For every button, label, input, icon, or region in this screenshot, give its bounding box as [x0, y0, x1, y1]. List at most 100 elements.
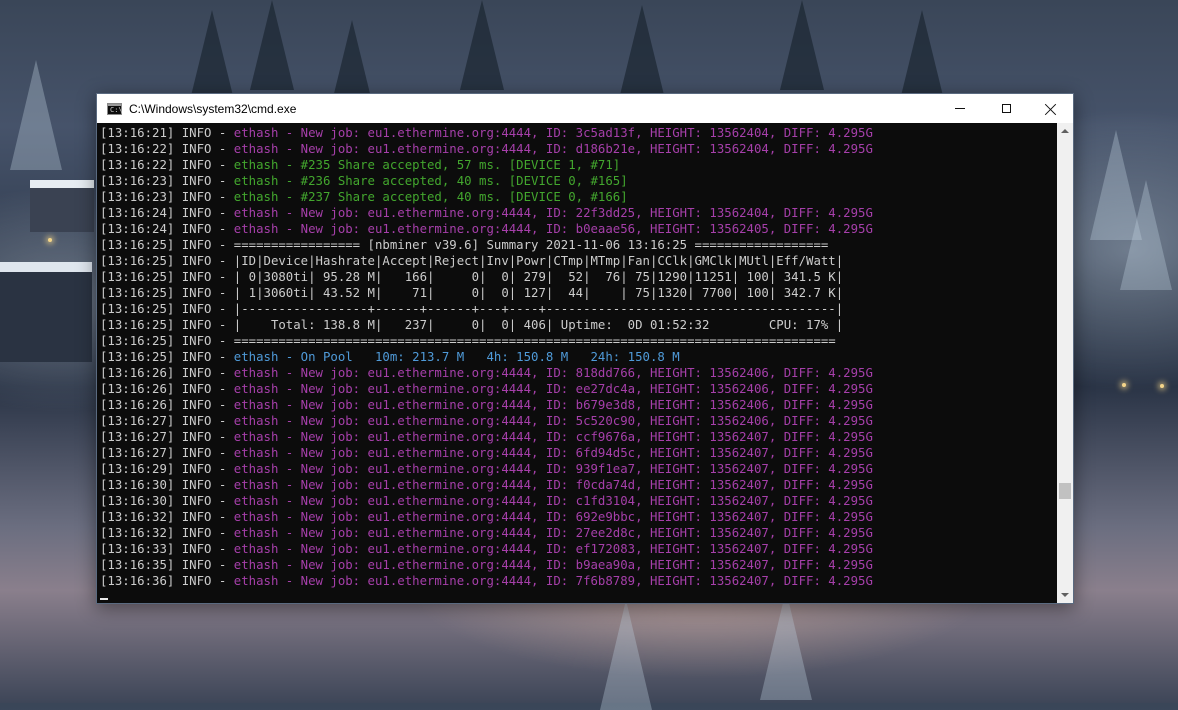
console-line: [13:16:24] INFO - ethash - New job: eu1.…	[100, 221, 873, 237]
log-prefix: [13:16:27] INFO -	[100, 430, 234, 444]
console-line: [13:16:32] INFO - ethash - New job: eu1.…	[100, 525, 873, 541]
log-prefix: [13:16:27] INFO -	[100, 446, 234, 460]
log-prefix: [13:16:27] INFO -	[100, 414, 234, 428]
wallpaper-tree	[620, 5, 664, 95]
log-prefix: [13:16:25] INFO -	[100, 270, 234, 284]
console-line: [13:16:35] INFO - ethash - New job: eu1.…	[100, 557, 873, 573]
console-line: [13:16:27] INFO - ethash - New job: eu1.…	[100, 429, 873, 445]
log-message: |-----------------+------+------+---+---…	[233, 302, 844, 316]
arrow-down-icon	[1061, 593, 1069, 597]
console-line: [13:16:26] INFO - ethash - New job: eu1.…	[100, 381, 873, 397]
log-message: ethash - New job: eu1.ethermine.org:4444…	[233, 430, 873, 444]
cmd-app-icon[interactable]: C:\	[107, 102, 123, 115]
console-line: [13:16:22] INFO - ethash - New job: eu1.…	[100, 141, 873, 157]
console-line: [13:16:25] INFO - |-----------------+---…	[100, 301, 873, 317]
log-prefix: [13:16:21] INFO -	[100, 126, 234, 140]
log-message: ethash - New job: eu1.ethermine.org:4444…	[233, 526, 873, 540]
console-line: [13:16:29] INFO - ethash - New job: eu1.…	[100, 461, 873, 477]
log-message: ethash - New job: eu1.ethermine.org:4444…	[233, 542, 873, 556]
log-message: ethash - New job: eu1.ethermine.org:4444…	[233, 462, 873, 476]
wallpaper-light	[1160, 384, 1164, 388]
console-line: [13:16:25] INFO - | 0|3080ti| 95.28 M| 1…	[100, 269, 873, 285]
close-button[interactable]	[1028, 94, 1074, 123]
log-message: ethash - New job: eu1.ethermine.org:4444…	[233, 446, 873, 460]
log-message: ethash - On Pool 10m: 213.7 M 4h: 150.8 …	[233, 350, 680, 364]
console-line: [13:16:27] INFO - ethash - New job: eu1.…	[100, 445, 873, 461]
wallpaper-tree	[1120, 180, 1172, 290]
log-prefix: [13:16:22] INFO -	[100, 158, 234, 172]
console-line: [13:16:25] INFO - ======================…	[100, 333, 873, 349]
log-prefix: [13:16:25] INFO -	[100, 350, 234, 364]
vertical-scrollbar[interactable]	[1057, 123, 1073, 603]
console-line: [13:16:26] INFO - ethash - New job: eu1.…	[100, 365, 873, 381]
console-line: [13:16:25] INFO - | 1|3060ti| 43.52 M| 7…	[100, 285, 873, 301]
log-message: ethash - New job: eu1.ethermine.org:4444…	[233, 142, 873, 156]
log-prefix: [13:16:23] INFO -	[100, 174, 234, 188]
cmd-window[interactable]: C:\ C:\Windows\system32\cmd.exe [13:16:2…	[96, 93, 1074, 604]
log-message: ethash - New job: eu1.ethermine.org:4444…	[233, 398, 873, 412]
log-message: ================= [nbminer v39.6] Summar…	[233, 238, 829, 252]
log-message: ethash - New job: eu1.ethermine.org:4444…	[233, 574, 873, 588]
text-cursor	[100, 598, 108, 600]
wallpaper-tree	[250, 0, 294, 90]
wallpaper-house	[0, 262, 92, 362]
log-message: ethash - New job: eu1.ethermine.org:4444…	[233, 478, 873, 492]
log-prefix: [13:16:26] INFO -	[100, 366, 234, 380]
log-prefix: [13:16:25] INFO -	[100, 318, 234, 332]
console-line: [13:16:27] INFO - ethash - New job: eu1.…	[100, 413, 873, 429]
wallpaper-tree	[780, 0, 824, 90]
log-prefix: [13:16:36] INFO -	[100, 574, 234, 588]
maximize-button[interactable]	[983, 94, 1029, 123]
console-line: [13:16:25] INFO - ================= [nbm…	[100, 237, 873, 253]
console-output[interactable]: [13:16:21] INFO - ethash - New job: eu1.…	[97, 123, 1057, 603]
log-prefix: [13:16:22] INFO -	[100, 142, 234, 156]
log-message: ethash - New job: eu1.ethermine.org:4444…	[233, 366, 873, 380]
console-line: [13:16:23] INFO - ethash - #236 Share ac…	[100, 173, 873, 189]
log-prefix: [13:16:30] INFO -	[100, 494, 234, 508]
log-message: ethash - New job: eu1.ethermine.org:4444…	[233, 494, 873, 508]
log-prefix: [13:16:25] INFO -	[100, 334, 234, 348]
title-bar[interactable]: C:\ C:\Windows\system32\cmd.exe	[97, 94, 1073, 123]
console-line: [13:16:33] INFO - ethash - New job: eu1.…	[100, 541, 873, 557]
wallpaper-tree	[900, 10, 944, 100]
log-prefix: [13:16:33] INFO -	[100, 542, 234, 556]
maximize-icon	[1001, 104, 1011, 113]
log-message: | Total: 138.8 M| 237| 0| 0| 406| Uptime…	[233, 318, 844, 332]
window-title: C:\Windows\system32\cmd.exe	[129, 101, 297, 116]
wallpaper-light	[1122, 383, 1126, 387]
log-message: ethash - New job: eu1.ethermine.org:4444…	[233, 126, 873, 140]
log-prefix: [13:16:24] INFO -	[100, 222, 234, 236]
console-line: [13:16:23] INFO - ethash - #237 Share ac…	[100, 189, 873, 205]
minimize-button[interactable]	[937, 94, 983, 123]
close-icon	[1045, 103, 1057, 115]
log-prefix: [13:16:25] INFO -	[100, 286, 234, 300]
scroll-thumb[interactable]	[1059, 483, 1071, 499]
console-line: [13:16:25] INFO - | Total: 138.8 M| 237|…	[100, 317, 873, 333]
scroll-down-button[interactable]	[1057, 587, 1073, 603]
arrow-up-icon	[1061, 129, 1069, 133]
console-line: [13:16:22] INFO - ethash - #235 Share ac…	[100, 157, 873, 173]
log-prefix: [13:16:30] INFO -	[100, 478, 234, 492]
minimize-icon	[955, 108, 965, 109]
log-message: ethash - New job: eu1.ethermine.org:4444…	[233, 222, 873, 236]
log-prefix: [13:16:32] INFO -	[100, 526, 234, 540]
console-line: [13:16:24] INFO - ethash - New job: eu1.…	[100, 205, 873, 221]
log-prefix: [13:16:35] INFO -	[100, 558, 234, 572]
scroll-up-button[interactable]	[1057, 123, 1073, 139]
console-line: [13:16:26] INFO - ethash - New job: eu1.…	[100, 397, 873, 413]
log-prefix: [13:16:32] INFO -	[100, 510, 234, 524]
log-message: ethash - New job: eu1.ethermine.org:4444…	[233, 558, 873, 572]
log-prefix: [13:16:29] INFO -	[100, 462, 234, 476]
log-message: |ID|Device|Hashrate|Accept|Reject|Inv|Po…	[233, 254, 844, 268]
log-message: ethash - #235 Share accepted, 57 ms. [DE…	[233, 158, 621, 172]
wallpaper-tree	[760, 590, 812, 700]
log-prefix: [13:16:24] INFO -	[100, 206, 234, 220]
wallpaper-tree	[600, 600, 652, 710]
console-line: [13:16:30] INFO - ethash - New job: eu1.…	[100, 493, 873, 509]
console-line: [13:16:32] INFO - ethash - New job: eu1.…	[100, 509, 873, 525]
log-prefix: [13:16:25] INFO -	[100, 238, 234, 252]
log-message: ========================================…	[233, 334, 836, 348]
console-line: [13:16:21] INFO - ethash - New job: eu1.…	[100, 125, 873, 141]
wallpaper-tree	[10, 60, 62, 170]
wallpaper-house	[30, 180, 94, 232]
